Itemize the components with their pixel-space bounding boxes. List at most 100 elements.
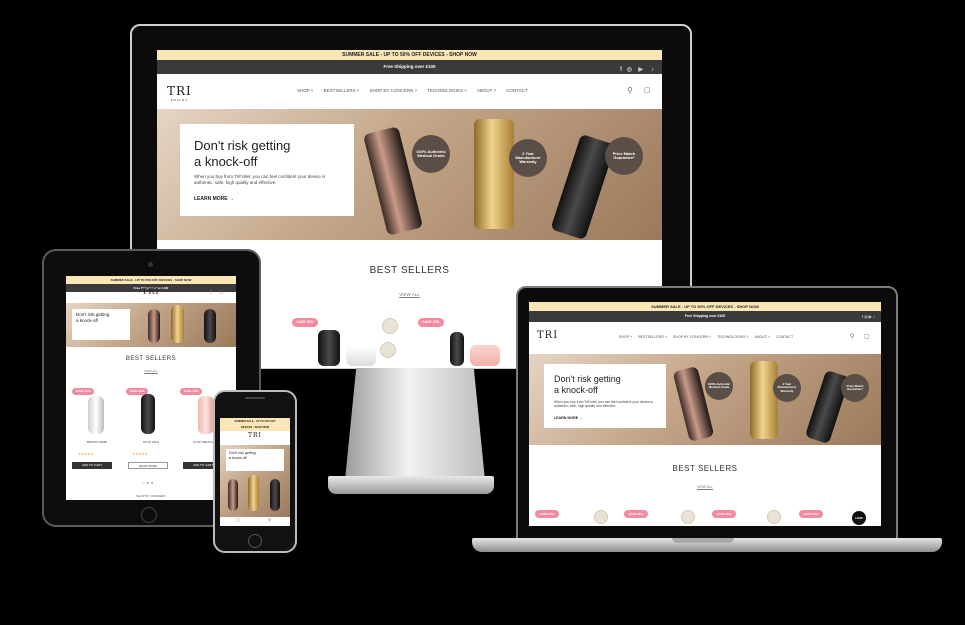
tablet-product-1 xyxy=(88,396,104,434)
tablet-add-to-cart-1[interactable]: ADD TO CART xyxy=(72,462,112,469)
tablet-hero-title-2: a knock-off xyxy=(76,318,98,323)
phone-search-icon[interactable]: ⚲ xyxy=(268,517,271,522)
phone-logo[interactable]: TRI xyxy=(248,432,262,439)
nav-about[interactable]: ABOUT ˅ xyxy=(477,88,496,93)
facebook-icon[interactable]: f xyxy=(620,63,622,74)
tablet-view-all[interactable]: VIEW ALL xyxy=(66,369,236,373)
tablet-home-button[interactable] xyxy=(141,507,157,523)
phone-home-button[interactable] xyxy=(248,534,262,548)
laptop-notch xyxy=(672,538,734,543)
phone-bag-icon[interactable]: ▢ xyxy=(236,517,240,522)
promo-banner[interactable]: SUMMER SALE - UP TO 50% OFF DEVICES - SH… xyxy=(157,50,662,60)
laptop-sale-badge-4: SAVE 20% xyxy=(799,510,823,518)
laptop-social-icons[interactable]: f ◎ ▶ ♪ xyxy=(862,311,875,322)
laptop-site: SUMMER SALE - UP TO 50% OFF DEVICES - SH… xyxy=(529,302,881,526)
phone-promo-line2[interactable]: DEVICES - SHOP NOW xyxy=(220,425,290,431)
desktop-product-pink xyxy=(470,345,500,366)
laptop-hero-body: When you buy from TriFollet, you can fee… xyxy=(554,400,653,409)
tablet-camera xyxy=(148,262,153,267)
tablet-bag-icon[interactable]: ▢ xyxy=(219,289,224,295)
laptop-logo[interactable]: TRI xyxy=(537,330,558,341)
nav-bestsellers[interactable]: BESTSELLERS ˅ xyxy=(324,88,360,93)
nav-shop[interactable]: SHOP ˅ xyxy=(297,88,314,93)
laptop-hero-card: Don't risk getting a knock-off When you … xyxy=(544,364,666,428)
badge-price-match: Price Match Guarantee* xyxy=(605,137,643,175)
nav-technologies[interactable]: TECHNOLOGIES ˅ xyxy=(427,88,467,93)
laptop-bag-icon[interactable]: ▢ xyxy=(864,333,870,340)
tiktok-icon[interactable]: ♪ xyxy=(651,63,654,74)
laptop-device-gold xyxy=(750,361,778,439)
tablet-sale-badge-1: SAVE 20% xyxy=(72,388,94,395)
laptop-hair-badge: HAIR xyxy=(852,511,866,525)
laptop-hero-title-1: Don't risk getting xyxy=(554,374,621,384)
tablet-product-name-2[interactable]: STOP VALE xyxy=(126,440,176,444)
laptop-nav-concern[interactable]: SHOP BY CONCERN ˅ xyxy=(673,335,711,339)
desktop-product-dot-1 xyxy=(382,318,398,334)
laptop-badge-price-match: Price Match Guarantee* xyxy=(841,374,869,402)
youtube-icon[interactable]: ▶ xyxy=(638,63,643,74)
monitor-stand-neck xyxy=(345,368,485,480)
tablet-read-more-2[interactable]: READ MORE xyxy=(128,462,168,469)
laptop-badge-authentic: 100% Authentic Medical Grade xyxy=(705,372,733,400)
hero-cta[interactable]: LEARN MORE → xyxy=(194,196,234,202)
desktop-product-dot-2 xyxy=(380,342,396,358)
laptop-best-sellers-title: BEST SELLERS xyxy=(672,464,738,473)
laptop-promo-banner[interactable]: SUMMER SALE - UP TO 50% OFF DEVICES - SH… xyxy=(529,302,881,311)
instagram-icon[interactable]: ◎ xyxy=(627,63,632,74)
logo-text: TRI xyxy=(167,84,192,98)
tablet-device-gold xyxy=(171,305,184,343)
search-icon[interactable]: ⚲ xyxy=(627,86,633,95)
laptop-hero-cta[interactable]: LEARN MORE → xyxy=(554,416,583,420)
laptop-search-icon[interactable]: ⚲ xyxy=(850,333,854,340)
laptop-nav-shop[interactable]: SHOP ˅ xyxy=(619,335,632,339)
tablet-carousel-dots[interactable]: ○●● xyxy=(142,480,155,485)
shipping-text: Free Shipping over £100 xyxy=(383,64,436,69)
laptop-sale-badge-1: SAVE 20% xyxy=(535,510,559,518)
laptop-nav-about[interactable]: ABOUT ˅ xyxy=(755,335,770,339)
tablet-search-icon[interactable]: ⚲ xyxy=(209,289,213,295)
logo[interactable]: TRI FOLLET xyxy=(167,84,192,102)
hero-title-line2: a knock-off xyxy=(194,154,258,169)
hero-card: Don't risk getting a knock-off When you … xyxy=(180,124,354,216)
tablet-hero-title-1: Don't risk getting xyxy=(76,312,110,317)
tablet-footer-heading: SHOP BY CONCERN xyxy=(136,494,166,498)
tablet-product-name-1[interactable]: BRAND NAME xyxy=(72,440,122,444)
monitor-stand-base xyxy=(328,476,494,494)
badge-authentic: 100% Authentic Medical Grade xyxy=(412,135,450,173)
tablet-sale-badge-3: SAVE 20% xyxy=(180,388,202,395)
laptop-nav-bestsellers[interactable]: BESTSELLERS ˅ xyxy=(638,335,667,339)
main-nav: SHOP ˅ BESTSELLERS ˅ SHOP BY CONCERN ˅ T… xyxy=(297,88,528,93)
device-rose-gold xyxy=(362,126,424,236)
desktop-sale-badge-1: SAVE 20% xyxy=(292,318,318,327)
phone-speaker xyxy=(245,397,265,399)
laptop-main-nav: SHOP ˅ BESTSELLERS ˅ SHOP BY CONCERN ˅ T… xyxy=(619,335,793,339)
tablet-promo-banner[interactable]: SUMMER SALE - UP TO 50% OFF DEVICES - SH… xyxy=(66,276,236,284)
nav-contact[interactable]: CONTACT xyxy=(506,88,527,93)
device-gold xyxy=(474,119,514,229)
tablet-device-black xyxy=(204,309,216,343)
phone-site: SUMMER SALE - UP TO 50% OFF DEVICES - SH… xyxy=(220,418,290,526)
tablet-product-2 xyxy=(141,394,155,434)
laptop-sale-badge-3: SAVE 20% xyxy=(712,510,736,518)
hero-title-line1: Don't risk getting xyxy=(194,138,291,153)
laptop-nav-technologies[interactable]: TECHNOLOGIES ˅ xyxy=(717,335,749,339)
logo-subtext: FOLLET xyxy=(170,98,189,102)
tablet-product-3 xyxy=(198,396,214,434)
bag-icon[interactable]: ▢ xyxy=(644,86,651,94)
phone-device-black xyxy=(270,479,280,511)
tablet-device-rose xyxy=(148,309,160,343)
shipping-bar: Free Shipping over £100 f ◎ ▶ ♪ xyxy=(157,60,662,74)
laptop-view-all[interactable]: VIEW ALL xyxy=(529,485,881,489)
tablet-hero-card: Don't risk getting a knock-off xyxy=(72,309,130,340)
tablet-best-sellers-title: BEST SELLERS xyxy=(125,356,177,362)
hero-banner: Don't risk getting a knock-off When you … xyxy=(157,109,662,240)
nav-shop-by-concern[interactable]: SHOP BY CONCERN ˅ xyxy=(369,88,417,93)
phone-device-gold xyxy=(248,475,259,511)
tablet-logo[interactable]: TRI xyxy=(142,287,160,296)
phone-promo-line1[interactable]: SUMMER SALE - UP TO 50% OFF xyxy=(220,418,290,425)
phone-hero-card: Don't risk getting a knock-off xyxy=(226,449,284,471)
laptop-nav-contact[interactable]: CONTACT xyxy=(776,335,793,339)
laptop-product-dot-1 xyxy=(594,510,608,524)
laptop-hero: Don't risk getting a knock-off When you … xyxy=(529,354,881,445)
laptop-product-dot-3 xyxy=(767,510,781,524)
